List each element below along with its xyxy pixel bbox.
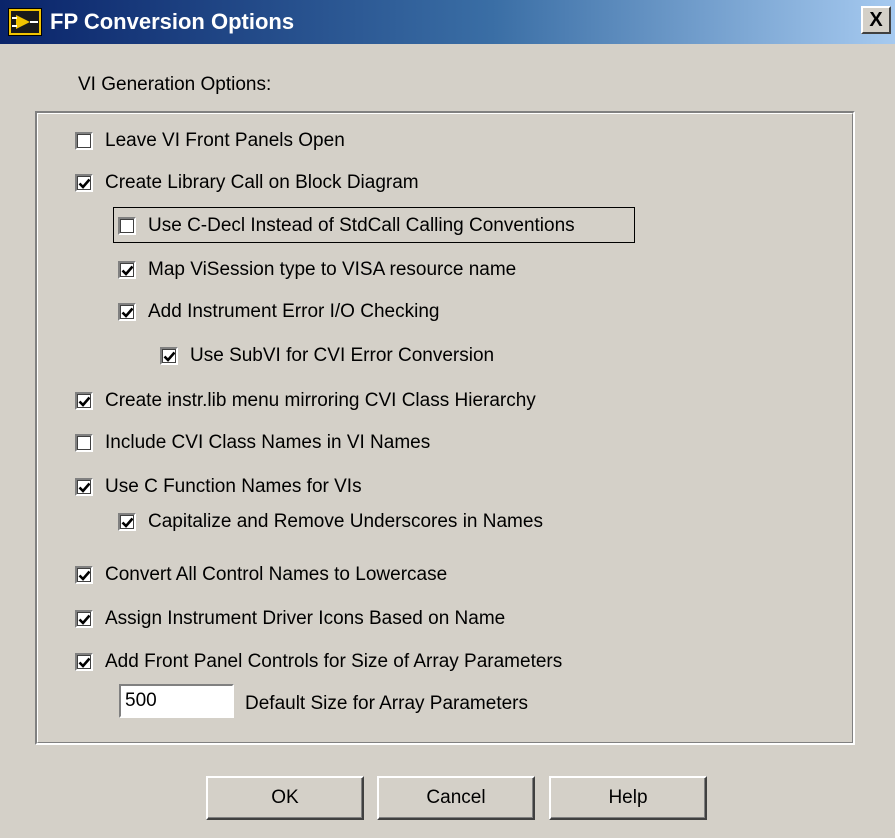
option-use-c-decl[interactable]: Use C-Decl Instead of StdCall Calling Co… [118, 211, 575, 241]
close-button[interactable]: X [861, 6, 891, 34]
option-label: Use SubVI for CVI Error Conversion [190, 345, 495, 366]
cancel-button[interactable]: Cancel [377, 776, 535, 820]
checkbox-capitalize-remove-underscores[interactable] [118, 513, 136, 531]
close-icon: X [869, 9, 883, 31]
checkmark-icon [78, 657, 90, 668]
fp-conversion-options-dialog: FP Conversion Options X VI Generation Op… [0, 0, 895, 838]
option-label: Use C Function Names for VIs [105, 476, 362, 497]
vi-generation-options-label: VI Generation Options: [78, 74, 272, 95]
checkmark-icon [78, 614, 90, 625]
checkmark-icon [78, 482, 90, 493]
checkbox-convert-names-lowercase[interactable] [75, 566, 93, 584]
option-label: Assign Instrument Driver Icons Based on … [105, 608, 506, 629]
option-label: Use C-Decl Instead of StdCall Calling Co… [148, 215, 575, 236]
option-map-visession[interactable]: Map ViSession type to VISA resource name [118, 255, 516, 285]
option-use-c-function-names[interactable]: Use C Function Names for VIs [75, 472, 362, 502]
checkmark-icon [121, 517, 133, 528]
option-add-error-io-checking[interactable]: Add Instrument Error I/O Checking [118, 297, 439, 327]
option-assign-driver-icons[interactable]: Assign Instrument Driver Icons Based on … [75, 604, 505, 634]
checkbox-create-instr-lib-menu[interactable] [75, 392, 93, 410]
checkmark-icon [78, 396, 90, 407]
labview-icon [7, 7, 43, 37]
checkmark-icon [78, 570, 90, 581]
checkbox-create-library-call[interactable] [75, 174, 93, 192]
option-label: Convert All Control Names to Lowercase [105, 564, 448, 585]
checkbox-use-subvi-error-conversion[interactable] [160, 347, 178, 365]
checkbox-include-class-names[interactable] [75, 434, 93, 452]
checkbox-use-c-decl[interactable] [118, 217, 136, 235]
option-label: Add Front Panel Controls for Size of Arr… [105, 651, 563, 672]
checkmark-icon [121, 265, 133, 276]
option-label: Leave VI Front Panels Open [105, 130, 345, 151]
option-label: Map ViSession type to VISA resource name [148, 259, 517, 280]
option-capitalize-remove-underscores[interactable]: Capitalize and Remove Underscores in Nam… [118, 507, 543, 537]
option-label: Capitalize and Remove Underscores in Nam… [148, 511, 543, 532]
option-leave-front-panels-open[interactable]: Leave VI Front Panels Open [75, 126, 345, 156]
option-convert-names-lowercase[interactable]: Convert All Control Names to Lowercase [75, 560, 447, 590]
checkbox-use-c-function-names[interactable] [75, 478, 93, 496]
checkbox-assign-driver-icons[interactable] [75, 610, 93, 628]
checkbox-map-visession[interactable] [118, 261, 136, 279]
checkmark-icon [163, 351, 175, 362]
option-label: Create Library Call on Block Diagram [105, 172, 419, 193]
window-title: FP Conversion Options [50, 9, 295, 34]
checkbox-add-array-size-controls[interactable] [75, 653, 93, 671]
checkmark-icon [78, 178, 90, 189]
checkbox-leave-front-panels-open[interactable] [75, 132, 93, 150]
array-size-input[interactable] [119, 684, 234, 718]
option-label: Create instr.lib menu mirroring CVI Clas… [105, 390, 536, 411]
option-include-class-names[interactable]: Include CVI Class Names in VI Names [75, 428, 430, 458]
checkmark-icon [121, 307, 133, 318]
option-create-library-call[interactable]: Create Library Call on Block Diagram [75, 168, 419, 198]
array-size-label: Default Size for Array Parameters [245, 693, 528, 714]
ok-button[interactable]: OK [206, 776, 364, 820]
title-bar[interactable]: FP Conversion Options X [0, 0, 895, 44]
checkbox-add-error-io-checking[interactable] [118, 303, 136, 321]
option-create-instr-lib-menu[interactable]: Create instr.lib menu mirroring CVI Clas… [75, 386, 536, 416]
option-label: Include CVI Class Names in VI Names [105, 432, 431, 453]
option-label: Add Instrument Error I/O Checking [148, 301, 440, 322]
option-use-subvi-error-conversion[interactable]: Use SubVI for CVI Error Conversion [160, 341, 494, 371]
help-button[interactable]: Help [549, 776, 707, 820]
option-add-array-size-controls[interactable]: Add Front Panel Controls for Size of Arr… [75, 647, 562, 677]
